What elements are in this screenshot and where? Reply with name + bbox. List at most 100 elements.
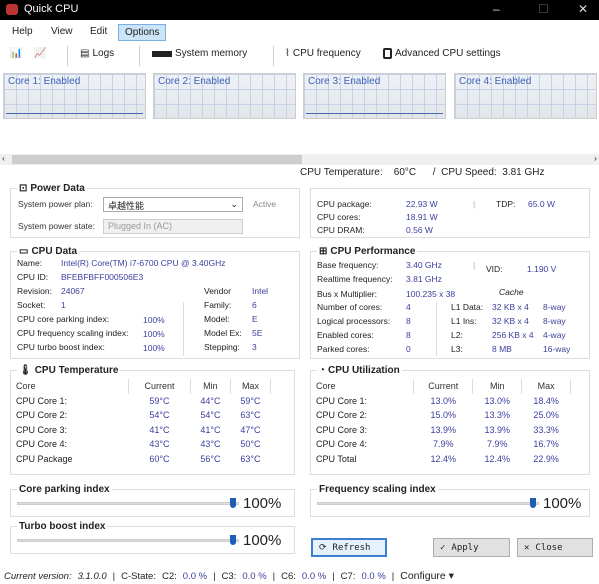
table-cell: CPU Core 2: bbox=[16, 410, 68, 421]
cpu-frequency-label: CPU frequency bbox=[292, 48, 361, 59]
scroll-thumb[interactable] bbox=[12, 155, 302, 164]
chart-bars-button[interactable]: 📊 bbox=[10, 48, 22, 59]
cache-heading: Cache bbox=[499, 287, 524, 297]
chip-icon bbox=[383, 48, 392, 59]
menu-help[interactable]: Help bbox=[6, 24, 39, 39]
table-row: CPU Core 2: 15.0% 13.3% 25.0% bbox=[316, 408, 571, 423]
revision-label: Revision: bbox=[17, 286, 52, 296]
logs-button[interactable]: ▤ Logs bbox=[80, 48, 114, 59]
menu-edit[interactable]: Edit bbox=[84, 24, 113, 39]
c2-label: C2: bbox=[161, 570, 177, 582]
table-cell: CPU Total bbox=[316, 453, 357, 464]
cores-power-value: 18.91 W bbox=[406, 212, 438, 222]
close-window-button[interactable]: ✕ bbox=[578, 2, 588, 16]
family-label: Family: bbox=[204, 300, 232, 310]
table-row: CPU Package 60°C 56°C 63°C bbox=[16, 452, 271, 467]
cpu-id-label: CPU ID: bbox=[17, 272, 49, 282]
group-title: CPU Performance bbox=[330, 246, 416, 257]
table-cell: CPU Core 2: bbox=[316, 410, 368, 421]
cores-power-label: CPU cores: bbox=[317, 212, 361, 222]
table-cell: 54°C bbox=[200, 410, 221, 421]
parked-value: 0 bbox=[406, 344, 411, 354]
cpu-frequency-button[interactable]: ⌇ CPU frequency bbox=[285, 48, 361, 59]
system-memory-button[interactable]: System memory bbox=[152, 48, 247, 59]
logical-value: 8 bbox=[406, 316, 411, 326]
minimize-button[interactable]: – bbox=[493, 2, 500, 16]
menu-view[interactable]: View bbox=[45, 24, 79, 39]
table-cell: 44°C bbox=[200, 395, 221, 406]
realtime-freq-value: 3.81 GHz bbox=[406, 274, 442, 284]
apply-button[interactable]: ✓ Apply bbox=[433, 538, 510, 557]
app-icon bbox=[6, 4, 18, 15]
configure-dropdown[interactable]: Configure ▾ bbox=[400, 570, 454, 582]
utilization-table: Core Current Min Max CPU Core 1: 13.0% 13.0% 18… bbox=[316, 379, 571, 466]
table-row: CPU Core 1: 59°C 44°C 59°C bbox=[16, 394, 271, 409]
l1i-label: L1 Ins: bbox=[451, 316, 477, 326]
menu-options[interactable]: Options bbox=[118, 24, 167, 41]
base-freq-label: Base frequency: bbox=[317, 260, 379, 270]
table-cell: 43°C bbox=[200, 439, 221, 450]
dram-label: CPU DRAM: bbox=[317, 225, 365, 235]
turbo-boost-slider-thumb[interactable] bbox=[230, 535, 236, 545]
core-parking-slider-thumb[interactable] bbox=[230, 498, 236, 508]
enabled-value: 8 bbox=[406, 330, 411, 340]
log-icon: ▤ bbox=[80, 48, 90, 59]
table-header: Core Current Min Max bbox=[16, 379, 272, 394]
memory-icon bbox=[152, 50, 172, 57]
l3-label: L3: bbox=[451, 344, 463, 354]
version-label: Current version: bbox=[4, 570, 72, 582]
stepping-value: 3 bbox=[252, 342, 257, 352]
power-icon: ⊡ bbox=[19, 183, 28, 194]
system-memory-label: System memory bbox=[175, 48, 248, 59]
scroll-right-icon[interactable]: › bbox=[594, 153, 597, 163]
table-cell: 16.7% bbox=[533, 439, 559, 450]
advanced-cpu-settings-button[interactable]: Advanced CPU settings bbox=[383, 48, 501, 59]
chart-area-button[interactable]: 📈 bbox=[34, 48, 46, 59]
table-cell: 12.4% bbox=[430, 453, 456, 464]
family-value: 6 bbox=[252, 300, 257, 310]
column-header: Max bbox=[230, 379, 272, 394]
l1d-label: L1 Data: bbox=[451, 302, 484, 312]
temp-label: CPU Temperature: bbox=[300, 167, 383, 178]
chevron-down-icon: ⌄ bbox=[230, 199, 238, 209]
turbo-boost-slider[interactable] bbox=[17, 539, 239, 542]
core-parking-slider-group: Core parking index 100% bbox=[10, 484, 295, 517]
table-cell: 41°C bbox=[149, 424, 170, 435]
frequency-scaling-slider[interactable] bbox=[317, 502, 539, 505]
tdp-value: 65.0 W bbox=[528, 199, 555, 209]
power-data-group: ⊡ Power Data System power plan: 卓越性能 ⌄ Act… bbox=[10, 183, 300, 238]
table-cell: 50°C bbox=[240, 439, 261, 450]
table-row: CPU Core 2: 54°C 54°C 63°C bbox=[16, 408, 271, 423]
enabled-label: Enabled cores: bbox=[317, 330, 374, 340]
tdp-label: TDP: bbox=[496, 199, 516, 209]
core-label: Core 1: Enabled bbox=[8, 76, 81, 87]
table-cell: 13.9% bbox=[484, 424, 511, 435]
horizontal-scrollbar[interactable]: ‹ › bbox=[0, 153, 599, 165]
table-cell: 7.9% bbox=[432, 439, 454, 450]
group-title: Power Data bbox=[30, 183, 85, 194]
title-bar: Quick CPU – ☐ ✕ bbox=[0, 0, 599, 20]
core-graph-4: Core 4: Enabled bbox=[454, 73, 597, 119]
l1i-way: 8-way bbox=[543, 316, 566, 326]
bus-label: Bus x Multiplier: bbox=[317, 289, 377, 299]
table-cell: CPU Package bbox=[16, 453, 73, 464]
close-label: Close bbox=[535, 542, 563, 553]
advanced-label: Advanced CPU settings bbox=[395, 48, 501, 59]
core-label: Core 2: Enabled bbox=[158, 76, 231, 87]
bar-chart-icon: 📊 bbox=[10, 48, 23, 59]
maximize-button[interactable]: ☐ bbox=[538, 2, 549, 16]
l2-way: 4-way bbox=[543, 330, 566, 340]
l1d-value: 32 KB x 4 bbox=[492, 302, 529, 312]
temp-value: 60°C bbox=[393, 167, 417, 178]
refresh-button[interactable]: ⟳ Refresh bbox=[311, 538, 387, 557]
close-button[interactable]: ✕ Close bbox=[517, 538, 593, 557]
table-row: CPU Core 4: 7.9% 7.9% 16.7% bbox=[316, 437, 571, 452]
table-cell: CPU Core 1: bbox=[316, 395, 368, 406]
power-plan-select[interactable]: 卓越性能 ⌄ bbox=[103, 197, 243, 212]
core-parking-slider[interactable] bbox=[17, 502, 239, 505]
power-plan-label: System power plan: bbox=[18, 199, 93, 209]
frequency-scaling-slider-thumb[interactable] bbox=[530, 498, 536, 508]
power-state-label: System power state: bbox=[18, 221, 96, 231]
temperature-table: Core Current Min Max CPU Core 1: 59°C 44°C 59°C… bbox=[16, 379, 272, 467]
scroll-left-icon[interactable]: ‹ bbox=[2, 153, 5, 163]
